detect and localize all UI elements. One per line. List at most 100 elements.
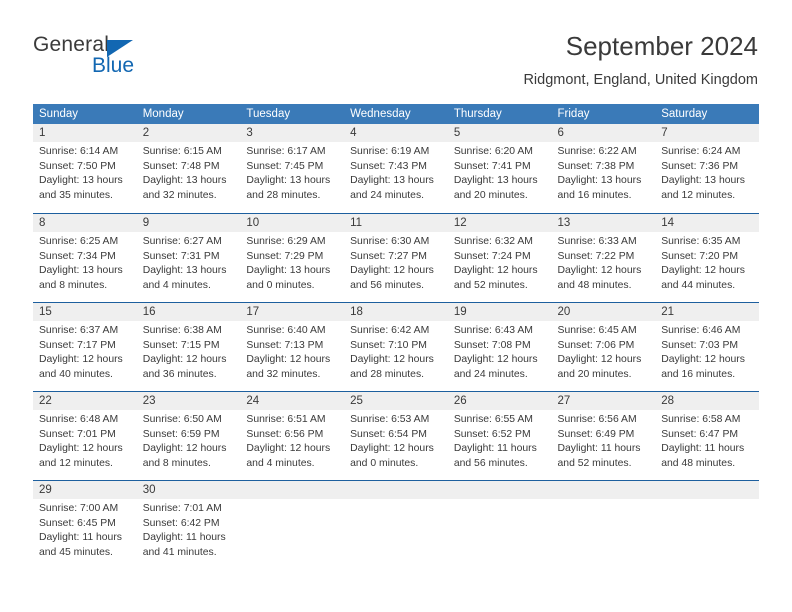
daylight-duration-line1: Daylight: 12 hours — [142, 443, 227, 455]
day-cell-17[interactable]: 17 Sunrise: 6:40 AM Sunset: 7:13 PM Dayligh… — [240, 303, 345, 391]
sunrise-time: Sunrise: 6:20 AM — [453, 146, 533, 157]
day-cell-28[interactable]: 28 Sunrise: 6:58 AM Sunset: 6:47 PM Dayligh… — [655, 392, 759, 480]
daylight-duration-line1: Daylight: 12 hours — [39, 443, 123, 455]
day-cell-12[interactable]: 12 Sunrise: 6:32 AM Sunset: 7:24 PM Dayligh… — [447, 214, 552, 302]
daylight-duration-line2: and 12 minutes. — [39, 457, 113, 469]
day-cell-30[interactable]: 30 Sunrise: 7:01 AM Sunset: 6:42 PM Dayligh… — [136, 481, 241, 569]
day-cell-4[interactable]: 4 Sunrise: 6:19 AM Sunset: 7:43 PM Daylight… — [344, 124, 448, 213]
day-number: 13 — [551, 214, 656, 232]
sunrise-time: Sunrise: 6:15 AM — [142, 146, 222, 157]
day-cell-6[interactable]: 6 Sunrise: 6:22 AM Sunset: 7:38 PM Daylight… — [551, 124, 656, 213]
daylight-duration-line2: and 48 minutes. — [557, 279, 632, 291]
sunset-time: Sunset: 7:41 PM — [453, 160, 531, 172]
day-number: 3 — [240, 124, 345, 142]
day-cell-15[interactable]: 15 Sunrise: 6:37 AM Sunset: 7:17 PM Dayligh… — [33, 303, 137, 391]
day-cell-26[interactable]: 26 Sunrise: 6:55 AM Sunset: 6:52 PM Dayligh… — [447, 392, 552, 480]
day-number — [655, 481, 759, 499]
day-cell-20[interactable]: 20 Sunrise: 6:45 AM Sunset: 7:06 PM Dayligh… — [551, 303, 656, 391]
daylight-duration-line2: and 20 minutes. — [453, 189, 528, 201]
day-cell-21[interactable]: 21 Sunrise: 6:46 AM Sunset: 7:03 PM Dayligh… — [655, 303, 759, 391]
daylight-duration-line1: Daylight: 12 hours — [661, 354, 745, 366]
sunrise-time: Sunrise: 6:25 AM — [39, 236, 119, 247]
sunset-time: Sunset: 6:52 PM — [453, 428, 531, 440]
day-details: Sunrise: 6:25 AM Sunset: 7:34 PM Daylight:… — [33, 232, 137, 293]
weekday-header-tuesday: Tuesday — [246, 108, 291, 120]
daylight-duration-line1: Daylight: 13 hours — [350, 175, 434, 187]
day-number: 25 — [344, 392, 448, 410]
day-cell-5[interactable]: 5 Sunrise: 6:20 AM Sunset: 7:41 PM Daylight… — [447, 124, 552, 213]
daylight-duration-line1: Daylight: 12 hours — [557, 265, 642, 277]
day-cell-23[interactable]: 23 Sunrise: 6:50 AM Sunset: 6:59 PM Dayligh… — [136, 392, 241, 480]
day-cell-18[interactable]: 18 Sunrise: 6:42 AM Sunset: 7:10 PM Dayligh… — [344, 303, 448, 391]
day-number: 15 — [33, 303, 137, 321]
sunset-time: Sunset: 7:08 PM — [453, 339, 531, 351]
sunrise-time: Sunrise: 6:48 AM — [39, 414, 119, 425]
sunrise-time: Sunrise: 6:27 AM — [142, 236, 222, 247]
day-cell-8[interactable]: 8 Sunrise: 6:25 AM Sunset: 7:34 PM Daylight… — [33, 214, 137, 302]
daylight-duration-line2: and 56 minutes. — [350, 279, 425, 291]
day-number: 19 — [447, 303, 552, 321]
daylight-duration-line2: and 41 minutes. — [142, 546, 217, 558]
calendar-grid: Sunday Monday Tuesday Wednesday Thursday Frid… — [33, 104, 759, 569]
day-details: Sunrise: 6:42 AM Sunset: 7:10 PM Daylight:… — [344, 321, 448, 382]
daylight-duration-line2: and 0 minutes. — [246, 279, 315, 291]
day-cell-24[interactable]: 24 Sunrise: 6:51 AM Sunset: 6:56 PM Dayligh… — [240, 392, 345, 480]
day-cell-1[interactable]: 1 Sunrise: 6:14 AM Sunset: 7:50 PM Daylight… — [33, 124, 137, 213]
daylight-duration-line2: and 8 minutes. — [39, 279, 108, 291]
day-cell-7[interactable]: 7 Sunrise: 6:24 AM Sunset: 7:36 PM Daylight… — [655, 124, 759, 213]
sunset-time: Sunset: 6:42 PM — [142, 517, 220, 529]
day-cell-empty — [655, 481, 759, 569]
day-cell-13[interactable]: 13 Sunrise: 6:33 AM Sunset: 7:22 PM Dayligh… — [551, 214, 656, 302]
day-details: Sunrise: 6:30 AM Sunset: 7:27 PM Daylight:… — [344, 232, 448, 293]
day-cell-14[interactable]: 14 Sunrise: 6:35 AM Sunset: 7:20 PM Dayligh… — [655, 214, 759, 302]
daylight-duration-line1: Daylight: 12 hours — [142, 354, 227, 366]
daylight-duration-line2: and 35 minutes. — [39, 189, 113, 201]
daylight-duration-line1: Daylight: 13 hours — [142, 175, 227, 187]
sunset-time: Sunset: 7:22 PM — [557, 250, 635, 262]
day-cell-25[interactable]: 25 Sunrise: 6:53 AM Sunset: 6:54 PM Dayligh… — [344, 392, 448, 480]
sunrise-time: Sunrise: 6:22 AM — [557, 146, 637, 157]
general-blue-logo[interactable]: General Blue — [33, 33, 233, 83]
sunrise-time: Sunrise: 6:55 AM — [453, 414, 533, 425]
day-cell-11[interactable]: 11 Sunrise: 6:30 AM Sunset: 7:27 PM Dayligh… — [344, 214, 448, 302]
day-cell-16[interactable]: 16 Sunrise: 6:38 AM Sunset: 7:15 PM Dayligh… — [136, 303, 241, 391]
sunrise-time: Sunrise: 6:56 AM — [557, 414, 637, 425]
day-details: Sunrise: 6:58 AM Sunset: 6:47 PM Daylight:… — [655, 410, 759, 471]
daylight-duration-line2: and 56 minutes. — [453, 457, 528, 469]
day-details: Sunrise: 6:40 AM Sunset: 7:13 PM Daylight:… — [240, 321, 344, 382]
day-cell-10[interactable]: 10 Sunrise: 6:29 AM Sunset: 7:29 PM Dayligh… — [240, 214, 345, 302]
calendar-week-row: 15 Sunrise: 6:37 AM Sunset: 7:17 PM Dayligh… — [33, 302, 759, 391]
daylight-duration-line1: Daylight: 13 hours — [557, 175, 642, 187]
sunrise-time: Sunrise: 6:29 AM — [246, 236, 326, 247]
day-number: 9 — [136, 214, 241, 232]
sunset-time: Sunset: 7:29 PM — [246, 250, 324, 262]
day-number: 7 — [655, 124, 759, 142]
daylight-duration-line1: Daylight: 12 hours — [246, 354, 331, 366]
day-cell-29[interactable]: 29 Sunrise: 7:00 AM Sunset: 6:45 PM Dayligh… — [33, 481, 137, 569]
daylight-duration-line2: and 52 minutes. — [557, 457, 632, 469]
daylight-duration-line1: Daylight: 12 hours — [350, 265, 434, 277]
day-cell-22[interactable]: 22 Sunrise: 6:48 AM Sunset: 7:01 PM Dayligh… — [33, 392, 137, 480]
day-cell-19[interactable]: 19 Sunrise: 6:43 AM Sunset: 7:08 PM Dayligh… — [447, 303, 552, 391]
daylight-duration-line2: and 48 minutes. — [661, 457, 736, 469]
day-details: Sunrise: 6:51 AM Sunset: 6:56 PM Daylight:… — [240, 410, 344, 471]
sunrise-time: Sunrise: 6:43 AM — [453, 325, 533, 336]
day-cell-9[interactable]: 9 Sunrise: 6:27 AM Sunset: 7:31 PM Daylight… — [136, 214, 241, 302]
day-cell-3[interactable]: 3 Sunrise: 6:17 AM Sunset: 7:45 PM Daylight… — [240, 124, 345, 213]
sunset-time: Sunset: 7:27 PM — [350, 250, 427, 262]
day-cell-27[interactable]: 27 Sunrise: 6:56 AM Sunset: 6:49 PM Dayligh… — [551, 392, 656, 480]
daylight-duration-line1: Daylight: 12 hours — [661, 265, 745, 277]
sunset-time: Sunset: 6:49 PM — [557, 428, 635, 440]
sunset-time: Sunset: 7:01 PM — [39, 428, 116, 440]
day-details — [344, 499, 448, 502]
sunset-time: Sunset: 7:31 PM — [142, 250, 220, 262]
daylight-duration-line2: and 40 minutes. — [39, 368, 113, 380]
day-cell-2[interactable]: 2 Sunrise: 6:15 AM Sunset: 7:48 PM Daylight… — [136, 124, 241, 213]
daylight-duration-line1: Daylight: 13 hours — [246, 265, 331, 277]
daylight-duration-line2: and 44 minutes. — [661, 279, 736, 291]
day-details: Sunrise: 6:38 AM Sunset: 7:15 PM Daylight:… — [137, 321, 241, 382]
day-details: Sunrise: 6:43 AM Sunset: 7:08 PM Daylight:… — [448, 321, 552, 382]
day-details: Sunrise: 6:33 AM Sunset: 7:22 PM Daylight:… — [552, 232, 656, 293]
sunset-time: Sunset: 6:45 PM — [39, 517, 116, 529]
day-number — [344, 481, 448, 499]
